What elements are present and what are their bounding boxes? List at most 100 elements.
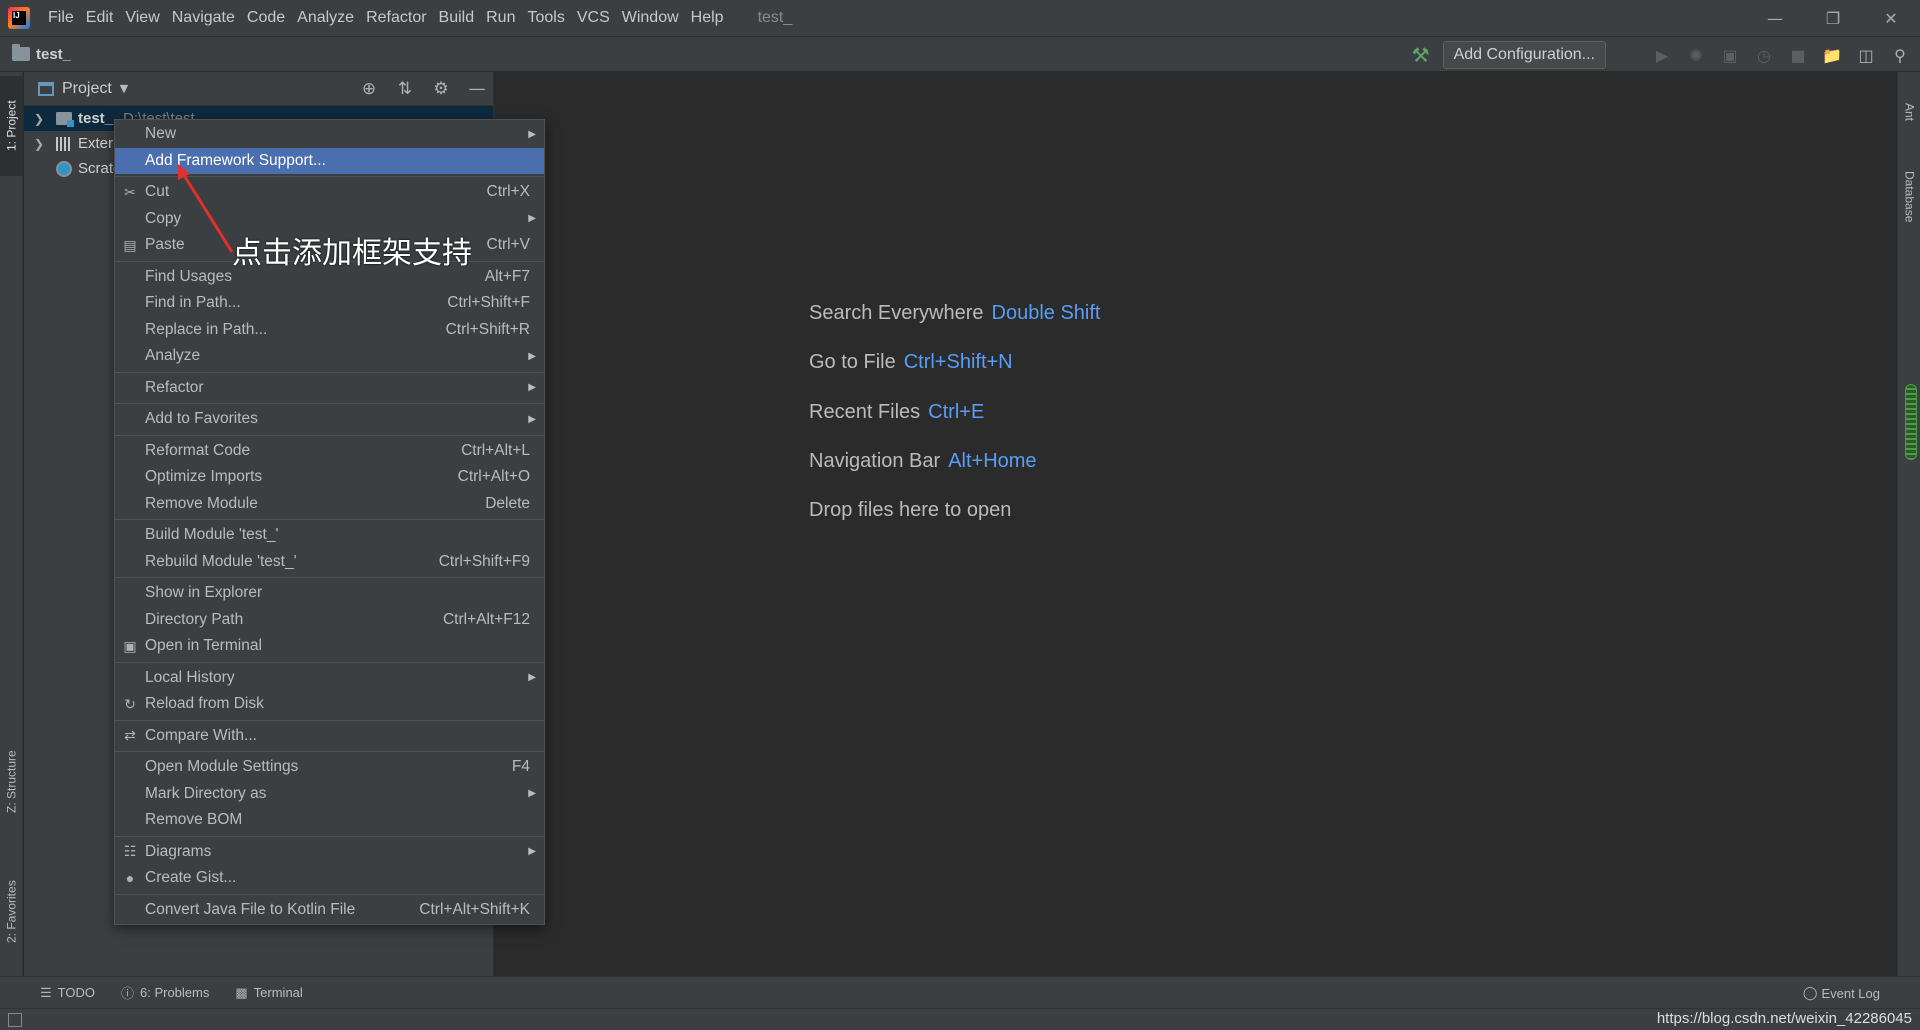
tab-problems[interactable]: ⓘ 6: Problems [121,983,209,1002]
context-menu-item[interactable]: Rebuild Module 'test_' Ctrl+Shift+F9 [115,549,544,576]
tab-favorites[interactable]: 2: Favorites [0,862,23,962]
debug-icon[interactable]: ✺ [1684,43,1708,67]
run-toolbar: ⚒ Add Configuration... ▶ ✺ ▣ ◷ ■ 📁 ◫ ⚲ [1409,37,1912,73]
editor-empty-area[interactable]: Search Everywhere Double Shift Go to File C… [495,72,1896,976]
breadcrumb[interactable]: test_ [36,46,71,63]
context-menu-item[interactable]: ▣ Open in Terminal [115,633,544,660]
context-menu-item[interactable]: Open Module Settings F4 [115,754,544,781]
build-hammer-icon[interactable]: ⚒ [1409,43,1433,67]
context-menu-item[interactable]: Mark Directory as ▶ [115,781,544,808]
tab-ant[interactable]: Ant [1898,82,1920,142]
menu-file[interactable]: File [42,0,80,36]
context-menu-item-label: Analyze [145,347,201,365]
module-folder-icon [56,112,74,127]
context-menu-item-label: Local History [145,668,235,686]
project-panel-header: Project ▼ ⊕ ⇅ ⚙ — [24,72,493,106]
tab-todo[interactable]: ☰ TODO [40,985,95,1001]
context-menu-item-shortcut: Ctrl+V [486,236,531,254]
run-icon[interactable]: ▶ [1650,43,1674,67]
chevron-right-icon[interactable]: ❯ [34,137,50,151]
context-menu-item[interactable]: ● Create Gist... [115,865,544,892]
status-bar: https://blog.csdn.net/weixin_42286045 [0,1008,1920,1030]
menu-build[interactable]: Build [433,0,481,36]
menu-refactor[interactable]: Refactor [360,0,432,36]
right-tool-strip: Ant Database [1897,72,1920,976]
editor-hint: Go to File Ctrl+Shift+N [809,351,1013,374]
chevron-down-icon[interactable]: ▼ [120,82,128,95]
context-menu-item[interactable]: New ▶ [115,121,544,148]
tab-structure[interactable]: Z: Structure [0,732,23,832]
window-title: test_ [757,9,793,26]
menu-run[interactable]: Run [480,0,521,36]
chevron-right-icon[interactable]: ❯ [34,112,50,126]
context-menu-item[interactable]: Show in Explorer [115,580,544,607]
context-menu-item-label: Add to Favorites [145,410,258,428]
context-menu-item[interactable]: Build Module 'test_' [115,522,544,549]
context-menu-item[interactable]: Remove BOM [115,807,544,834]
context-menu-item[interactable]: Replace in Path... Ctrl+Shift+R [115,317,544,344]
tab-database[interactable]: Database [1898,152,1920,242]
toggle-tool-windows-icon[interactable] [8,1013,22,1027]
collapse-all-icon[interactable]: ⇅ [393,79,417,99]
tab-project[interactable]: 1: Project [0,76,23,176]
context-menu-item-label: New [145,125,177,143]
layout-icon[interactable]: ◫ [1854,43,1878,67]
navigation-bar: test_ ⚒ Add Configuration... ▶ ✺ ▣ ◷ ■ 📁… [0,36,1920,72]
menu-code[interactable]: Code [241,0,291,36]
context-menu-item[interactable]: Refactor ▶ [115,375,544,402]
context-menu-item-label: Cut [145,183,170,201]
gear-icon[interactable]: ⚙ [429,79,453,99]
context-menu-item-shortcut: Delete [485,494,530,512]
menu-view[interactable]: View [119,0,165,36]
menu-separator [115,434,544,436]
search-icon[interactable]: ⚲ [1888,43,1912,67]
menu-vcs[interactable]: VCS [571,0,616,36]
hint-label: Go to File [809,351,896,373]
hide-icon[interactable]: — [465,79,489,99]
stop-icon[interactable]: ■ [1786,43,1810,67]
menu-analyze[interactable]: Analyze [291,0,360,36]
menu-help[interactable]: Help [685,0,730,36]
context-menu-item[interactable]: Remove Module Delete [115,491,544,518]
close-icon[interactable]: ✕ [1862,0,1920,36]
project-panel-title[interactable]: Project [62,80,112,98]
context-menu-item-label: Remove BOM [145,811,243,829]
menu-edit[interactable]: Edit [80,0,120,36]
context-menu-item-shortcut: Ctrl+X [486,183,531,201]
menu-tools[interactable]: Tools [521,0,570,36]
context-menu-item[interactable]: Add to Favorites ▶ [115,406,544,433]
context-menu-item-shortcut: F4 [511,758,530,776]
problems-label: 6: Problems [140,985,210,1000]
restore-icon[interactable]: ❐ [1804,0,1862,36]
context-menu-item[interactable]: Optimize Imports Ctrl+Alt+O [115,464,544,491]
context-menu-item[interactable]: ↻ Reload from Disk [115,691,544,718]
context-menu-item[interactable]: Find in Path... Ctrl+Shift+F [115,290,544,317]
menu-separator [115,403,544,404]
context-menu-item-label: Find in Path... [145,294,241,312]
intellij-logo-icon: IJ [8,7,30,29]
context-menu-item[interactable]: Convert Java File to Kotlin File Ctrl+Alt… [115,897,544,924]
profile-icon[interactable]: ◷ [1752,43,1776,67]
context-menu-item[interactable]: Local History ▶ [115,665,544,692]
locate-icon[interactable]: ⊕ [357,79,381,99]
context-menu-item[interactable]: ☷ Diagrams ▶ [115,839,544,866]
project-structure-icon[interactable]: 📁 [1820,43,1844,67]
menu-window[interactable]: Window [616,0,685,36]
coverage-icon[interactable]: ▣ [1718,43,1742,67]
context-menu-item[interactable]: ⇄ Compare With... [115,723,544,750]
scratches-icon [56,160,72,177]
minimize-icon[interactable]: — [1746,0,1804,36]
project-view-icon [38,81,54,96]
context-menu-item[interactable]: Reformat Code Ctrl+Alt+L [115,438,544,465]
context-menu-item-label: Directory Path [145,610,244,628]
tab-terminal[interactable]: ▩ Terminal [235,985,302,1001]
context-menu-item-label: Open in Terminal [145,637,262,655]
menu-navigate[interactable]: Navigate [166,0,241,36]
github-icon: ● [125,870,135,887]
tab-event-log[interactable]: ◯ Event Log [1803,977,1880,1009]
hint-label: Search Everywhere [809,302,984,324]
add-configuration-button[interactable]: Add Configuration... [1442,41,1606,69]
context-menu-item-label: Reload from Disk [145,695,264,713]
context-menu-item[interactable]: Analyze ▶ [115,343,544,370]
context-menu-item[interactable]: Directory Path Ctrl+Alt+F12 [115,607,544,634]
